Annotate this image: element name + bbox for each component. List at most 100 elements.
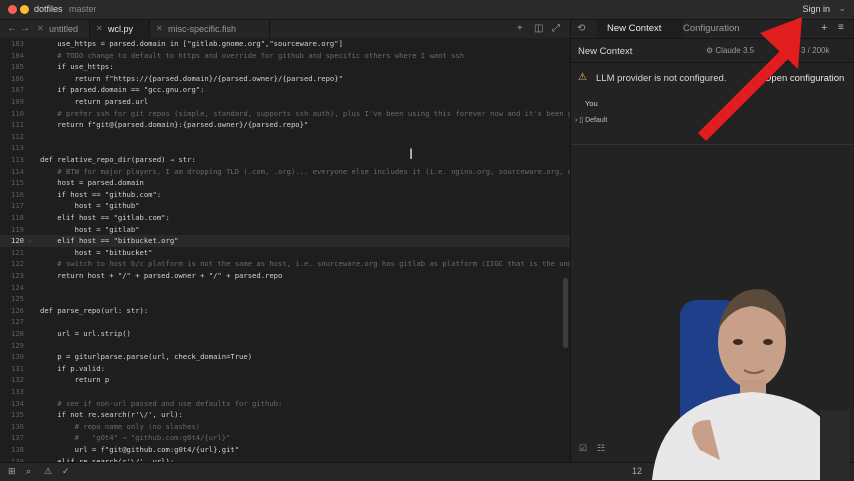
code-line[interactable]: 136 # repo name only (no slashes) [0,421,570,433]
maximize-icon[interactable]: ⤢ [552,23,560,34]
code-text[interactable]: if parsed.domain == "gcc.gnu.org": [40,84,204,96]
code-text[interactable]: return f"https://{parsed.domain}/{parsed… [40,73,343,85]
code-text[interactable]: if not re.search(r'\/', url): [40,409,183,421]
code-line[interactable]: 134 # see if non-url passed and use defa… [0,398,570,410]
code-line[interactable]: 110 # prefer ssh for git repos (simple, … [0,108,570,120]
code-line[interactable]: 138 url = f"git@github.com:g0t4/{url}.gi… [0,444,570,456]
new-context-plus-icon[interactable]: + [821,22,827,34]
code-line[interactable]: 116 if host == "github.com": [0,189,570,201]
code-text[interactable]: # TODO change to default to https and ov… [40,50,464,62]
code-text[interactable]: # see if non-url passed and use defaults… [40,398,282,410]
tab-wcl-py[interactable]: ✕ wcl.py [90,20,150,38]
grid-icon[interactable]: ⊞ [8,466,16,477]
code-text[interactable]: # repo name only (no slashes) [40,421,201,433]
history-icon[interactable]: ⟲ [577,23,585,34]
code-text[interactable]: use_https = parsed.domain in ["gitlab.gn… [40,38,343,50]
code-line[interactable]: 125 [0,293,570,305]
line-number: 121 [11,247,24,257]
assist-icon[interactable]: ☑ [579,443,587,454]
code-line[interactable]: 111 return f"git@{parsed.domain}:{parsed… [0,119,570,131]
code-line[interactable]: 186 return f"https://{parsed.domain}/{pa… [0,73,570,85]
code-text[interactable]: elif host == "gitlab.com": [40,212,170,224]
code-text[interactable]: elif host == "bitbucket.org" [40,235,178,247]
tab-misc-specific-fish[interactable]: ✕ misc-specific.fish [150,20,270,38]
list-icon[interactable]: ☷ [597,443,605,454]
code-line[interactable]: 132 return p [0,374,570,386]
code-line[interactable]: 130 p = giturlparse.parse(url, check_dom… [0,351,570,363]
code-text[interactable]: return p [40,374,110,386]
code-editor[interactable]: 183 use_https = parsed.domain in ["gitla… [0,38,570,462]
search-icon[interactable]: ⌕ [26,466,31,477]
code-line[interactable]: 114 # BTW for major players, I am droppi… [0,166,570,178]
minimize-window-button[interactable] [20,5,29,14]
fold-chevron-icon[interactable]: ⌄ [28,235,32,247]
code-line[interactable]: 123 return host + "/" + parsed.owner + "… [0,270,570,282]
code-text[interactable]: url = url.strip() [40,328,131,340]
code-line[interactable]: 129 [0,340,570,352]
code-text[interactable]: if use_https: [40,61,113,73]
chevron-down-icon[interactable]: ⌄ [838,3,846,14]
code-line[interactable]: 119 host = "gitlab" [0,224,570,236]
code-line[interactable]: 131 if p.valid: [0,363,570,375]
code-line[interactable]: 118 elif host == "gitlab.com": [0,212,570,224]
code-line[interactable]: 115 host = parsed.domain [0,177,570,189]
close-tab-icon[interactable]: ✕ [37,20,44,38]
code-line[interactable]: 183 use_https = parsed.domain in ["gitla… [0,38,570,50]
line-number: 134 [11,398,24,408]
code-text[interactable]: if host == "github.com": [40,189,161,201]
close-tab-icon[interactable]: ✕ [96,20,103,38]
tab-untitled[interactable]: ✕ untitled [31,20,90,38]
code-text[interactable]: return host + "/" + parsed.owner + "/" +… [40,270,282,282]
code-text[interactable]: host = parsed.domain [40,177,144,189]
back-arrow-icon[interactable]: ← [7,23,17,34]
code-text[interactable]: # "g0t4" ⇒ "github.com:g0t4/{url}" [40,432,231,444]
branch-name[interactable]: master [69,4,97,14]
diagnostics-icon[interactable]: ⚠ [44,466,52,477]
code-line[interactable]: 184 # TODO change to default to https an… [0,50,570,62]
code-line[interactable]: 187 if parsed.domain == "gcc.gnu.org": [0,84,570,96]
code-line[interactable]: 137 # "g0t4" ⇒ "github.com:g0t4/{url}" [0,432,570,444]
code-text[interactable]: return f"git@{parsed.domain}:{parsed.own… [40,119,308,131]
code-text[interactable]: host = "bitbucket" [40,247,153,259]
code-text[interactable]: if p.valid: [40,363,105,375]
project-name[interactable]: dotfiles [34,4,63,14]
close-window-button[interactable] [8,5,17,14]
code-line[interactable]: 109 return parsed.url [0,96,570,108]
new-tab-plus-icon[interactable]: + [517,23,523,34]
code-line[interactable]: 113 [0,142,570,154]
code-text[interactable]: p = giturlparse.parse(url, check_domain=… [40,351,252,363]
line-number: 133 [11,387,24,396]
sign-in-button[interactable]: Sign in [802,4,830,14]
check-icon[interactable]: ✓ [62,466,70,477]
default-section-toggle[interactable]: › ▯ Default [575,116,607,124]
menu-icon[interactable]: ≡ [838,22,844,33]
code-text[interactable]: def relative_repo_dir(parsed) → str: [40,154,196,166]
code-line[interactable]: 117 host = "github" [0,200,570,212]
split-pane-icon[interactable]: ◫ [534,23,543,34]
default-label: Default [585,117,608,124]
code-line[interactable]: 128 url = url.strip() [0,328,570,340]
code-line[interactable]: 120 ⌄ elif host == "bitbucket.org" [0,235,570,247]
code-line[interactable]: 185 if use_https: [0,61,570,73]
code-text[interactable]: host = "gitlab" [40,224,140,236]
code-text[interactable]: def parse_repo(url: str): [40,305,148,317]
tab-new-context[interactable]: New Context [597,20,683,38]
code-line[interactable]: 135 if not re.search(r'\/', url): [0,409,570,421]
code-text[interactable]: return parsed.url [40,96,149,108]
close-tab-icon[interactable]: ✕ [156,20,163,38]
code-line[interactable]: 124 [0,282,570,294]
forward-arrow-icon[interactable]: → [20,23,30,34]
line-number: 135 [11,410,24,420]
code-line[interactable]: 133 [0,386,570,398]
code-line[interactable]: 112 [0,131,570,143]
code-text[interactable]: # switch to host b/c platform is not the… [40,258,570,270]
code-line[interactable]: 127 [0,316,570,328]
code-line[interactable]: 113 def relative_repo_dir(parsed) → str: [0,154,570,166]
code-text[interactable]: # prefer ssh for git repos (simple, stan… [40,108,570,120]
code-line[interactable]: 122 # switch to host b/c platform is not… [0,258,570,270]
code-line[interactable]: 121 host = "bitbucket" [0,247,570,259]
code-text[interactable]: # BTW for major players, I am dropping T… [40,166,570,178]
code-text[interactable]: host = "github" [40,200,140,212]
code-line[interactable]: 126 def parse_repo(url: str): [0,305,570,317]
code-text[interactable]: url = f"git@github.com:g0t4/{url}.git" [40,444,239,456]
